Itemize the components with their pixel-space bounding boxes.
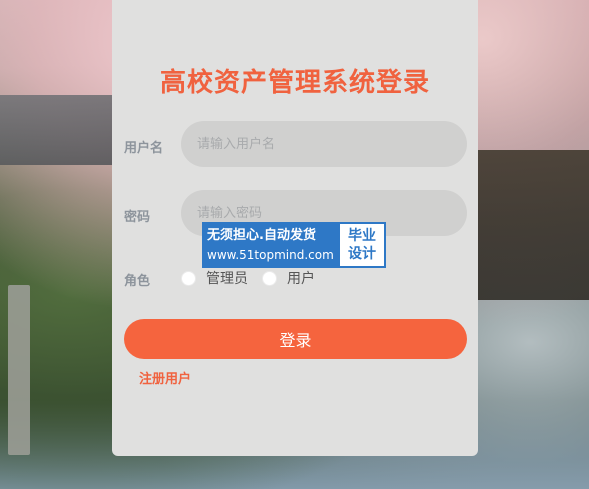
- password-label: 密码: [124, 210, 151, 225]
- role-user-radio[interactable]: [262, 270, 277, 286]
- watermark-text-block: 无须担心.自动发货 www.51topmind.com: [202, 222, 338, 268]
- login-button[interactable]: 登录: [124, 319, 467, 359]
- background-house: [470, 150, 589, 300]
- page-title: 高校资产管理系统登录: [159, 68, 430, 98]
- role-user-label[interactable]: 用户: [287, 268, 315, 288]
- watermark-logo-line2: 设计: [348, 246, 376, 262]
- username-label: 用户名: [124, 141, 164, 156]
- watermark-url: www.51topmind.com: [207, 248, 334, 262]
- watermark-logo-line1: 毕业: [348, 228, 376, 244]
- role-admin-label[interactable]: 管理员: [206, 268, 248, 288]
- watermark-slogan: 无须担心.自动发货: [207, 228, 316, 243]
- watermark-badge: 无须担心.自动发货 www.51topmind.com 毕业 设计: [202, 222, 386, 268]
- background-roof: [0, 95, 115, 165]
- background-stone-pillar: [8, 285, 30, 455]
- role-label: 角色: [124, 274, 151, 289]
- register-link[interactable]: 注册用户: [139, 368, 191, 387]
- role-admin-radio[interactable]: [181, 270, 196, 286]
- watermark-logo: 毕业 设计: [338, 222, 386, 268]
- role-radio-group: 管理员 用户: [181, 268, 329, 288]
- username-input[interactable]: [181, 121, 467, 167]
